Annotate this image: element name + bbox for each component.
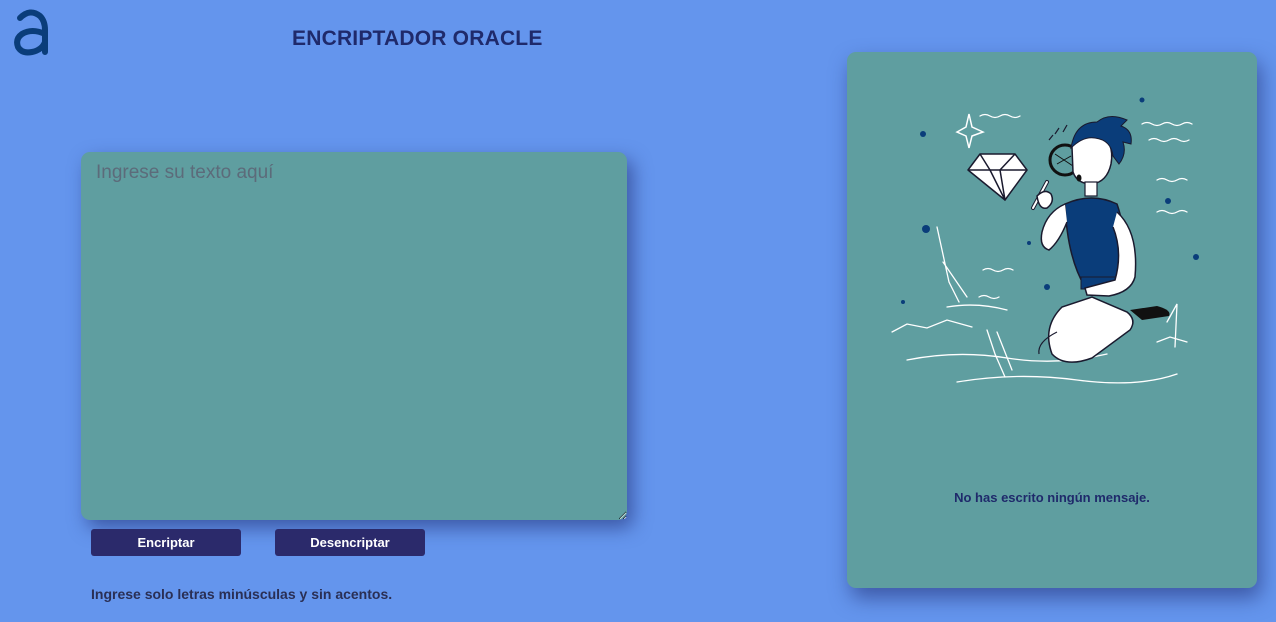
- input-hint: Ingrese solo letras minúsculas y sin ace…: [91, 586, 393, 602]
- text-input[interactable]: [81, 152, 627, 520]
- encrypt-button[interactable]: Encriptar: [91, 529, 241, 556]
- empty-output-message: No has escrito ningún mensaje.: [954, 490, 1150, 505]
- page: ENCRIPTADOR ORACLE Encriptar Desencripta…: [0, 0, 1276, 622]
- output-panel: No has escrito ningún mensaje.: [847, 52, 1257, 588]
- page-title: ENCRIPTADOR ORACLE: [292, 27, 543, 50]
- person-with-magnifier-illustration-icon: [891, 97, 1199, 384]
- alura-logo-icon: [14, 9, 48, 56]
- decrypt-button[interactable]: Desencriptar: [275, 529, 425, 556]
